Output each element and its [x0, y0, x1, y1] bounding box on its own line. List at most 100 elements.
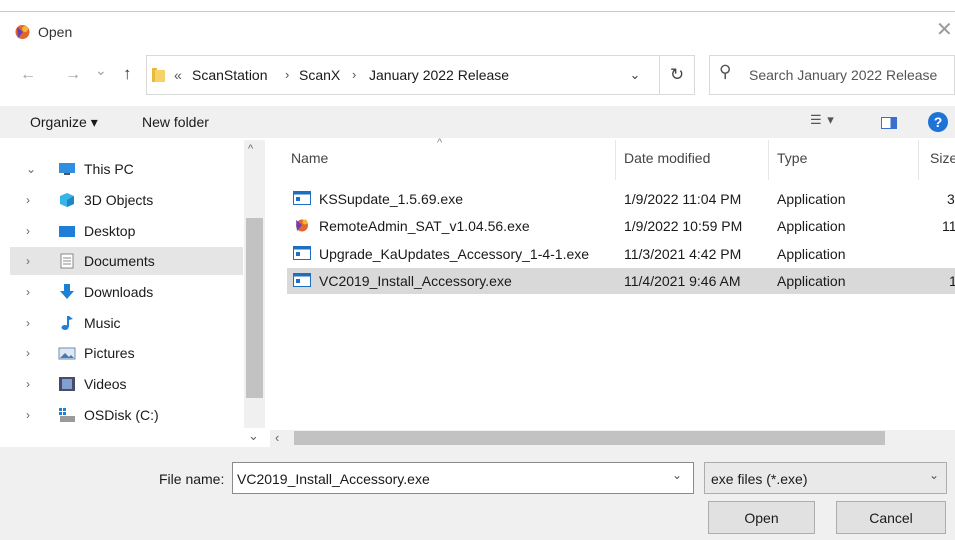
sidebar-item-label: Videos	[84, 376, 127, 392]
file-size: 1	[949, 273, 955, 289]
file-date: 11/4/2021 9:46 AM	[624, 273, 741, 289]
file-size: 11	[942, 218, 955, 234]
sidebar-item-label: Music	[84, 315, 121, 331]
column-header-name[interactable]: Name	[291, 150, 328, 166]
file-type-value[interactable]: exe files (*.exe)	[711, 471, 807, 487]
file-name: KSSupdate_1.5.69.exe	[319, 191, 464, 207]
pictures-icon	[58, 347, 76, 360]
chevron-right-icon[interactable]: ›	[26, 346, 40, 360]
sidebar-item-documents[interactable]: › Documents	[10, 247, 243, 275]
file-row[interactable]: Upgrade_KaUpdates_Accessory_1-4-1.exe 11…	[287, 241, 955, 267]
file-type-dropdown-icon[interactable]: ⌄	[929, 468, 939, 482]
drive-icon	[59, 408, 75, 422]
file-name-label: File name:	[159, 471, 225, 487]
sidebar-item-label: This PC	[84, 161, 134, 177]
column-divider[interactable]	[615, 140, 616, 180]
videos-icon	[59, 377, 75, 391]
breadcrumb-separator[interactable]: ›	[285, 67, 289, 82]
exe-icon	[293, 246, 311, 260]
pc-icon	[59, 163, 75, 175]
sidebar-item-label: Documents	[84, 253, 155, 269]
chevron-right-icon[interactable]: ›	[26, 316, 40, 330]
search-icon: ⚲	[719, 62, 732, 81]
address-dropdown-icon[interactable]: ⌄	[610, 55, 660, 95]
sidebar-item-desktop[interactable]: › Desktop	[10, 217, 243, 245]
scroll-left-icon[interactable]: ‹	[275, 430, 279, 445]
sidebar-item-label: Desktop	[84, 223, 136, 239]
breadcrumb-separator[interactable]: ›	[352, 67, 356, 82]
cancel-button[interactable]: Cancel	[836, 501, 946, 534]
chevron-right-icon[interactable]: ›	[26, 224, 40, 238]
column-header-type[interactable]: Type	[777, 150, 807, 166]
chevron-down-icon[interactable]: ⌄	[26, 162, 40, 176]
file-name-value[interactable]: VC2019_Install_Accessory.exe	[237, 471, 430, 487]
organize-button[interactable]: Organize ▾	[30, 114, 98, 131]
column-divider[interactable]	[768, 140, 769, 180]
file-type: Application	[777, 246, 846, 262]
exe-icon	[293, 273, 311, 287]
sidebar-item-osdisk[interactable]: › OSDisk (C:)	[10, 401, 243, 429]
chevron-right-icon[interactable]: ›	[26, 285, 40, 299]
file-list-scroll-thumb[interactable]	[294, 431, 885, 445]
chevron-right-icon[interactable]: ›	[26, 408, 40, 422]
scroll-up-icon[interactable]: ^	[248, 143, 253, 155]
new-folder-button[interactable]: New folder	[142, 114, 209, 130]
file-row[interactable]: RemoteAdmin_SAT_v1.04.56.exe 1/9/2022 10…	[287, 213, 955, 239]
music-icon	[61, 316, 73, 330]
change-view-icon[interactable]: ☰ ▾	[810, 112, 835, 128]
sidebar-item-music[interactable]: › Music	[10, 309, 243, 337]
file-name: Upgrade_KaUpdates_Accessory_1-4-1.exe	[319, 246, 590, 262]
sidebar-item-this-pc[interactable]: ⌄ This PC	[10, 155, 243, 183]
file-type: Application	[777, 273, 846, 289]
close-icon[interactable]: ✕	[936, 20, 953, 40]
sidebar-item-downloads[interactable]: › Downloads	[10, 278, 243, 306]
sidebar-item-videos[interactable]: › Videos	[10, 370, 243, 398]
sidebar-item-pictures[interactable]: › Pictures	[10, 339, 243, 367]
file-type: Application	[777, 191, 846, 207]
cube-icon	[60, 193, 74, 207]
file-row-selected[interactable]: VC2019_Install_Accessory.exe 11/4/2021 9…	[287, 268, 955, 294]
sort-ascending-icon: ^	[437, 137, 443, 149]
file-name-dropdown-icon[interactable]: ⌄	[672, 468, 682, 482]
download-icon	[60, 284, 74, 299]
preview-pane-icon[interactable]	[881, 117, 897, 129]
column-header-size[interactable]: Size	[930, 150, 955, 166]
forward-icon[interactable]: →	[65, 66, 81, 84]
search-placeholder: Search January 2022 Release	[749, 67, 938, 83]
sidebar-item-label: Pictures	[84, 345, 135, 361]
breadcrumb-scanstation[interactable]: ScanStation	[192, 67, 268, 83]
up-icon[interactable]: ↑	[123, 64, 132, 84]
scroll-down-icon[interactable]: ⌄	[248, 428, 259, 444]
exe-icon	[293, 191, 311, 205]
app-logo-icon	[296, 219, 308, 232]
file-date: 1/9/2022 11:04 PM	[624, 191, 742, 207]
sidebar-item-3d-objects[interactable]: › 3D Objects	[10, 186, 243, 214]
file-date: 11/3/2021 4:42 PM	[624, 246, 742, 262]
chevron-right-icon[interactable]: ›	[26, 254, 40, 268]
breadcrumb-overflow[interactable]: «	[174, 67, 182, 83]
file-name: RemoteAdmin_SAT_v1.04.56.exe	[319, 218, 530, 234]
help-icon[interactable]: ?	[928, 112, 948, 132]
sidebar-scroll-thumb[interactable]	[246, 218, 263, 398]
column-divider[interactable]	[918, 140, 919, 180]
back-icon[interactable]: ←	[20, 66, 36, 84]
file-name: VC2019_Install_Accessory.exe	[319, 273, 512, 289]
chevron-right-icon[interactable]: ›	[26, 193, 40, 207]
file-date: 1/9/2022 10:59 PM	[624, 218, 743, 234]
sidebar-item-label: Downloads	[84, 284, 154, 300]
column-header-date[interactable]: Date modified	[624, 150, 710, 166]
breadcrumb-scanx[interactable]: ScanX	[299, 67, 340, 83]
file-row[interactable]: KSSupdate_1.5.69.exe 1/9/2022 11:04 PM A…	[287, 186, 955, 212]
app-logo-icon	[15, 25, 30, 39]
breadcrumb-current[interactable]: January 2022 Release	[369, 67, 509, 83]
chevron-right-icon[interactable]: ›	[26, 377, 40, 391]
desktop-icon	[59, 226, 75, 237]
sidebar-item-label: OSDisk (C:)	[84, 407, 159, 423]
open-button[interactable]: Open	[708, 501, 815, 534]
file-size: 3	[947, 191, 955, 207]
recent-locations-icon[interactable]: ⌄	[95, 62, 107, 79]
documents-icon	[60, 253, 74, 269]
refresh-icon[interactable]: ↻	[659, 55, 695, 95]
folder-icon	[152, 68, 165, 82]
window-title: Open	[38, 24, 73, 40]
